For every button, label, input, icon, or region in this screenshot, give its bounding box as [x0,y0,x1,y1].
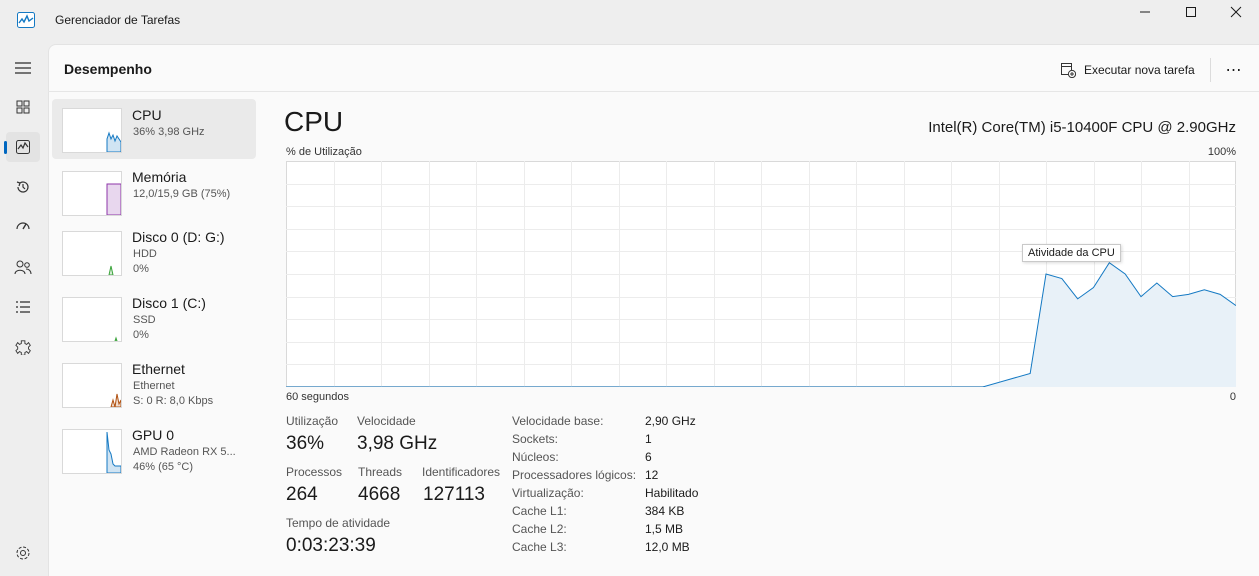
device-item[interactable]: Ethernet Ethernet S: 0 R: 8,0 Kbps [52,357,256,413]
nav-performance[interactable] [4,132,40,162]
minimize-icon [1140,11,1150,13]
users-icon [14,260,32,275]
cpu-usage-chart[interactable] [286,161,1236,387]
device-thumbnail [62,171,122,216]
spec-label: Cache L1: [512,504,567,518]
nav-users[interactable] [6,252,40,282]
minimize-button[interactable] [1122,0,1168,24]
new-task-icon [1061,63,1076,78]
device-detail: AMD Radeon RX 5... [133,446,236,458]
spec-label: Sockets: [512,432,559,446]
spec-label: Virtualização: [512,486,584,500]
nav-services[interactable] [6,332,40,362]
spec-label: Processadores lógicos: [512,468,637,482]
device-name: GPU 0 [132,427,175,443]
device-status: 0% [133,329,149,341]
spec-value: 2,90 GHz [645,414,696,428]
device-name: Ethernet [132,361,185,377]
device-detail: 12,0/15,9 GB (75%) [133,188,231,200]
spec-label: Velocidade base: [512,414,604,428]
utilization-value: 36% [286,433,325,454]
spec-value: 6 [645,450,652,464]
spec-label: Núcleos: [512,450,559,464]
device-status: 0% [133,263,149,275]
spec-value: 1,5 MB [645,522,684,536]
device-item[interactable]: CPU 36% 3,98 GHz [52,99,256,159]
app-history-icon [16,181,29,193]
spec-value: Habilitado [645,486,699,500]
spec-value: 12,0 MB [645,540,690,554]
menu-icon [15,62,31,74]
close-icon [1230,6,1242,18]
speed-value: 3,98 GHz [357,433,438,454]
page-title: Desempenho [64,61,152,77]
device-name: Disco 0 (D: G:) [132,229,225,245]
device-item[interactable]: GPU 0 AMD Radeon RX 5... 46% (65 °C) [52,423,256,479]
y-axis-label: % de Utilização [286,146,362,158]
processes-icon [16,100,30,114]
device-detail: SSD [133,314,156,326]
device-item[interactable]: Disco 0 (D: G:) HDD 0% [52,225,256,281]
chart-tooltip: Atividade da CPU [1022,244,1121,262]
speed-label: Velocidade [357,414,416,428]
threads-label: Threads [358,465,403,479]
maximize-button[interactable] [1168,0,1214,24]
device-item[interactable]: Memória 12,0/15,9 GB (75%) [52,165,256,221]
header-divider [1210,58,1211,82]
more-options-button[interactable]: ⋯ [1220,58,1248,82]
spec-value: 12 [645,468,659,482]
window-title: Gerenciador de Tarefas [55,13,181,27]
cpu-model: Intel(R) Core(TM) i5-10400F CPU @ 2.90GH… [928,119,1236,136]
services-icon [15,340,31,355]
uptime-value: 0:03:23:39 [286,535,376,556]
processes-value: 264 [286,484,318,505]
settings-icon [16,546,30,560]
x-axis-start: 60 segundos [286,391,349,403]
run-new-task-button[interactable]: Executar nova tarefa [1056,58,1199,82]
title-bar[interactable] [0,0,1259,44]
handles-label: Identificadores [422,465,501,479]
device-thumbnail [62,363,122,408]
cpu-heading: CPU [284,106,344,137]
menu-button[interactable] [6,53,40,83]
handles-value: 127113 [423,484,485,505]
nav-details[interactable] [6,292,40,322]
x-axis-end: 0 [1229,391,1236,403]
uptime-label: Tempo de atividade [286,516,391,530]
close-button[interactable] [1213,0,1259,24]
performance-icon [16,140,30,154]
device-status: 46% (65 °C) [133,461,194,473]
active-indicator [4,141,7,154]
device-name: Memória [132,169,187,185]
device-name: Disco 1 (C:) [132,295,206,311]
startup-apps-icon [16,222,30,230]
utilization-label: Utilização [286,414,339,428]
spec-value: 384 KB [645,504,685,518]
spec-label: Cache L2: [512,522,567,536]
nav-processes[interactable] [6,92,40,122]
nav-app-history[interactable] [6,172,40,202]
device-detail: 36% 3,98 GHz [133,126,205,138]
spec-label: Cache L3: [512,540,567,554]
processes-label: Processos [286,465,343,479]
threads-value: 4668 [358,484,401,505]
device-thumbnail [62,429,122,474]
device-detail: HDD [133,248,157,260]
nav-startup-apps[interactable] [6,212,40,242]
device-thumbnail [62,297,122,342]
device-thumbnail [62,231,122,276]
task-manager-icon [17,12,35,28]
details-icon [16,301,30,313]
header-separator [48,91,1259,92]
run-new-task-label: Executar nova tarefa [1084,63,1195,77]
device-detail: Ethernet [133,380,175,392]
device-status: S: 0 R: 8,0 Kbps [133,395,214,407]
spec-value: 1 [645,432,652,446]
nav-settings[interactable] [6,538,40,568]
maximize-icon [1186,7,1196,17]
device-item[interactable]: Disco 1 (C:) SSD 0% [52,291,256,347]
device-thumbnail [62,108,122,153]
device-name: CPU [132,107,162,123]
y-axis-max: 100% [1207,146,1236,158]
